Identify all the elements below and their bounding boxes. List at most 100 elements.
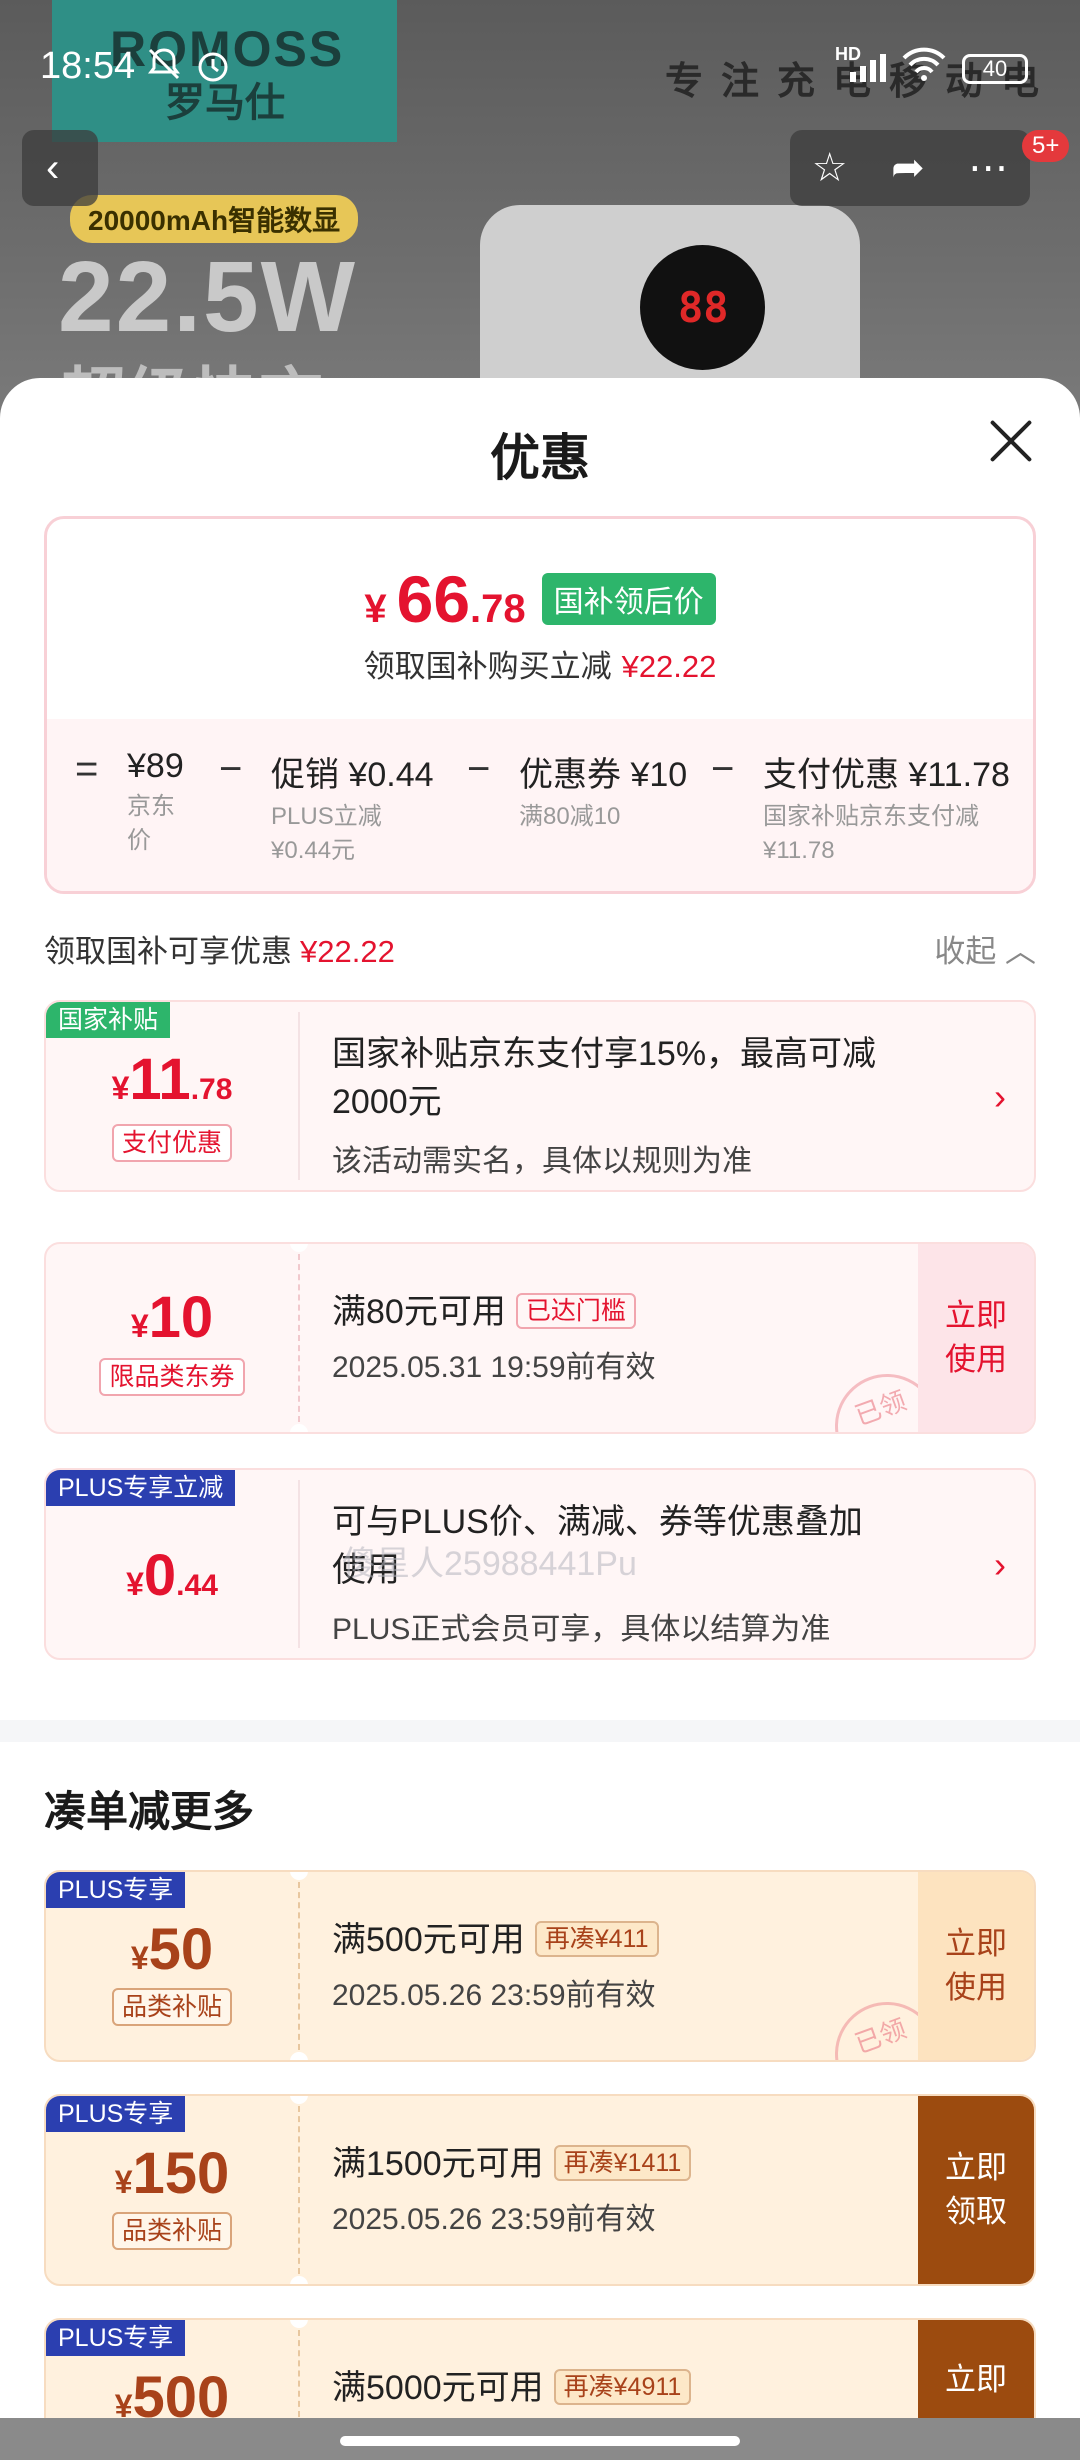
amount-symbol: ¥ (126, 1566, 144, 1602)
sheet-title: 优惠 (490, 430, 590, 486)
star-icon[interactable]: ☆ (812, 145, 848, 191)
claim-now-button[interactable]: 立即 (918, 2320, 1034, 2418)
use-now-button[interactable]: 立即 使用 (918, 1244, 1034, 1432)
coupon-validity: 2025.05.26 23:59前有效 (332, 1979, 656, 2012)
breakdown-coupon: 优惠券 ¥10 满80减10 (519, 747, 719, 834)
currency-symbol: ¥ (364, 587, 387, 631)
coupon-tag: PLUS专享立减 (46, 1470, 236, 1506)
amount-int: 11 (129, 1047, 191, 1112)
amount-int: 50 (148, 1917, 214, 1982)
remaining-badge: 再凑¥411 (534, 1921, 659, 1957)
coupon-divider (298, 2106, 300, 2274)
price-decimal: .78 (470, 587, 526, 631)
entitled-amount: ¥22.22 (300, 934, 395, 969)
coupon-tag: PLUS专享 (46, 2320, 186, 2356)
share-icon[interactable]: ➦ (891, 145, 925, 191)
status-time: 18:54 (40, 45, 136, 87)
coupon-divider (298, 1480, 300, 1648)
more-discount-title: 凑单减更多 (44, 1788, 255, 1835)
coupon-title-text: 满500元可用 (332, 1921, 525, 1959)
mute-bell-icon (146, 46, 182, 91)
coupon-title: 满5000元可用 再凑¥4911 (332, 2364, 692, 2412)
amount-symbol: ¥ (114, 2388, 133, 2418)
claim-now-button[interactable]: 立即 领取 (918, 2096, 1034, 2284)
coupon-title: 满500元可用 再凑¥411 (332, 1916, 659, 1964)
coupon-type-label: 品类补贴 (111, 2212, 232, 2250)
minus-sign: − (711, 747, 735, 791)
breakdown-value: 优惠券 ¥10 (519, 756, 688, 794)
back-button[interactable]: ‹ (22, 130, 98, 206)
collapse-button[interactable]: 收起 ︿ (934, 926, 1036, 971)
coupon-plus-500[interactable]: PLUS专享 ¥500 满5000元可用 再凑¥4911 立即 (44, 2318, 1036, 2418)
use-now-button[interactable]: 立即 使用 (918, 1872, 1034, 2060)
amount-int: 0 (143, 1543, 177, 1608)
price-subtitle-label: 领取国补购买立减 (363, 649, 612, 684)
coupon-title-text: 满80元可用 (332, 1293, 506, 1331)
coupon-title-text: 满1500元可用 (332, 2145, 544, 2183)
breakdown-jd-price: ¥89 京东 价 (127, 747, 207, 858)
message-count-badge: 5+ (1022, 130, 1070, 162)
home-indicator[interactable] (340, 2436, 740, 2446)
coupon-amount: ¥150 (46, 2140, 298, 2207)
entitled-discount-row: 领取国补可享优惠 ¥22.22 收起 ︿ (44, 926, 1036, 976)
coupon-tag: 国家补贴 (46, 1002, 171, 1038)
coupon-category[interactable]: ¥10 限品类东券 满80元可用 已达门槛 2025.05.31 19:59前有效… (44, 1242, 1036, 1434)
more-icon[interactable]: ⋯ (968, 145, 1008, 191)
amount-int: 10 (148, 1285, 214, 1350)
coupon-tag: PLUS专享 (46, 2096, 186, 2132)
collapse-label: 收起 (934, 934, 997, 969)
price-summary: ¥ 66 .78 国补领后价 领取国补购买立减 ¥22.22 = ¥89 京东 价… (44, 516, 1036, 894)
power-text: 22.5W (58, 241, 358, 353)
coupon-title-line2: 2000元 (332, 1083, 442, 1121)
battery-icon: 40 (962, 54, 1028, 84)
coupon-validity: 2025.05.31 19:59前有效 (332, 1351, 656, 1384)
coupon-title: 满80元可用 已达门槛 (332, 1288, 636, 1336)
price-integer: 66 (396, 562, 471, 636)
status-bar: 18:54 HD 40 (0, 0, 1080, 140)
coupon-divider (298, 1012, 300, 1180)
amount-symbol: ¥ (114, 2164, 133, 2200)
coupon-divider (298, 2330, 300, 2418)
discount-sheet: 优惠 ¥ 66 .78 国补领后价 领取国补购买立减 ¥22.22 = ¥89 京… (0, 378, 1080, 2418)
coupon-type-label: 支付优惠 (111, 1124, 232, 1162)
chevron-up-icon: ︿ (1005, 934, 1036, 969)
coupon-national-subsidy[interactable]: 国家补贴 ¥11.78 支付优惠 国家补贴京东支付享15%，最高可减 2000元… (44, 1000, 1036, 1192)
amount-int: 150 (132, 2141, 230, 2206)
breakdown-value: ¥89 (127, 747, 184, 785)
capacity-badge: 20000mAh智能数显 (70, 195, 359, 243)
coupon-notch (290, 2320, 308, 2328)
remaining-badge: 再凑¥4911 (553, 2369, 692, 2405)
coupon-plus-50[interactable]: PLUS专享 ¥50 品类补贴 满500元可用 再凑¥411 2025.05.26… (44, 1870, 1036, 2062)
alarm-icon (194, 46, 232, 93)
close-icon[interactable] (985, 416, 1035, 466)
breakdown-note: PLUS立减 ¥0.44元 (271, 803, 382, 864)
coupon-title-text: 满5000元可用 (332, 2369, 544, 2407)
coupon-type: 品类补贴 (46, 2212, 298, 2250)
coupon-plus-150[interactable]: PLUS专享 ¥150 品类补贴 满1500元可用 再凑¥1411 2025.05… (44, 2094, 1036, 2286)
coupon-divider (298, 1882, 300, 2050)
breakdown-note: 满80减10 (519, 803, 621, 830)
chevron-right-icon[interactable]: › (994, 1076, 1006, 1118)
minus-sign: − (467, 747, 491, 791)
threshold-badge: 已达门槛 (515, 1293, 636, 1329)
chevron-left-icon: ‹ (46, 146, 60, 190)
chevron-right-icon[interactable]: › (994, 1544, 1006, 1586)
final-price: ¥ 66 .78 国补领后价 (47, 561, 1033, 637)
section-separator (0, 1720, 1080, 1742)
coupon-notch (290, 1872, 308, 1880)
breakdown-value: 支付优惠 ¥11.78 (763, 756, 1010, 794)
breakdown-note: 京东 价 (127, 793, 175, 854)
remaining-badge: 再凑¥1411 (553, 2145, 692, 2181)
amount-dec: .44 (176, 1569, 218, 1602)
price-breakdown: = ¥89 京东 价 − 促销 ¥0.44 PLUS立减 ¥0.44元 − 优惠… (47, 719, 1033, 891)
coupon-notch (290, 2052, 308, 2060)
breakdown-value: 促销 ¥0.44 (271, 756, 434, 794)
equals-sign: = (75, 747, 99, 791)
coupon-notch (290, 1424, 308, 1432)
coupon-notch (290, 1244, 308, 1252)
coupon-amount: ¥11.78 (46, 1046, 298, 1113)
entitled-label: 领取国补可享优惠 (44, 934, 292, 969)
breakdown-promo: 促销 ¥0.44 PLUS立减 ¥0.44元 (271, 747, 471, 868)
device-digits: 88 (678, 283, 729, 332)
coupon-type-label: 限品类东券 (99, 1358, 245, 1396)
